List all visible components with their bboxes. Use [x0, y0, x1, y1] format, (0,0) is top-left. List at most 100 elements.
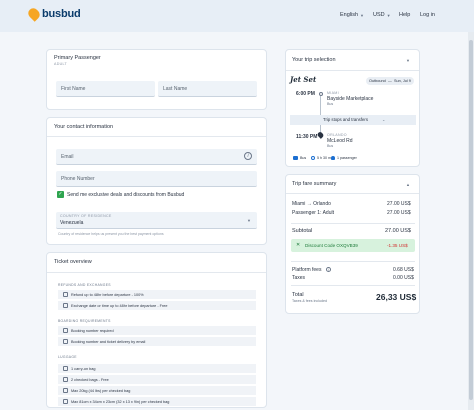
trip-passengers: 1 passenger	[337, 156, 357, 160]
overview-title: Ticket overview	[54, 259, 92, 265]
trip-mode: Bus	[300, 156, 307, 160]
discount-label: Discount Code OXQVB39	[305, 242, 358, 248]
total-subtext: Taxes & fees included	[292, 299, 327, 303]
chevron-up-icon[interactable]: ▲	[406, 182, 410, 187]
list-item: 1 carry-on bag	[58, 364, 256, 373]
language-label: English	[340, 12, 359, 18]
taxes-value: 0.00 US$	[393, 275, 414, 281]
stops-label: Trip stops and transfers	[323, 117, 368, 122]
email-field[interactable]: Email i	[56, 149, 257, 165]
chevron-down-icon: ⌄	[382, 116, 386, 122]
residence-value: Venezuela	[60, 220, 84, 226]
badge-label: Outbound	[369, 78, 386, 83]
boarding-requirement-2: Booking number and ticket delivery by em…	[71, 339, 146, 344]
stops-transfers-toggle[interactable]: Trip stops and transfers ⌄	[290, 115, 416, 125]
info-icon[interactable]: i	[244, 152, 252, 160]
platform-fees-value: 0.68 US$	[393, 267, 414, 273]
luggage-rule-1: 1 carry-on bag	[71, 366, 96, 371]
passenger-title: Primary Passenger	[54, 55, 101, 61]
luggage-rule-4: Max 81cm x 34cm x 23cm (32 x 13 x 9in) p…	[71, 399, 170, 404]
list-item: Max 20kg (44 lbs) per checked bag	[58, 386, 256, 395]
list-item: Booking number and ticket delivery by em…	[58, 337, 256, 346]
taxes-label: Taxes	[292, 275, 306, 281]
departure-city: MIAMI	[327, 91, 339, 95]
trip-duration: 5 h 30 m	[317, 156, 331, 160]
login-link[interactable]: Log in	[420, 12, 435, 18]
operator-logo: Jet Set	[290, 75, 317, 84]
departure-type: Bus	[327, 102, 334, 106]
divider	[47, 136, 266, 137]
chevron-down-icon: ▼	[386, 12, 391, 18]
luggage-heading: LUGGAGE	[58, 355, 77, 359]
arrival-time: 11:30 PM	[296, 134, 318, 140]
departure-time: 6:00 PM	[296, 91, 315, 97]
deals-checkbox[interactable]: ✓	[57, 191, 64, 198]
arrival-type: Bus	[327, 144, 334, 148]
language-selector[interactable]: English ▼	[340, 12, 364, 18]
list-item: Exchange date or time up to 48hr before …	[58, 301, 256, 310]
residence-label: COUNTRY OF RESIDENCE	[60, 214, 112, 218]
list-item: Max 81cm x 34cm x 23cm (32 x 13 x 9in) p…	[58, 397, 256, 406]
residence-select[interactable]: COUNTRY OF RESIDENCE Venezuela ▼	[56, 212, 257, 229]
total-label: Total	[292, 292, 304, 298]
email-placeholder: Email	[61, 154, 74, 160]
currency-label: USD	[373, 12, 385, 18]
total-value: 26,33 US$	[376, 292, 417, 302]
luggage-rule-2: 2 checked bags - Free	[71, 377, 109, 382]
dimensions-icon	[63, 399, 68, 404]
first-name-placeholder: First Name	[61, 86, 86, 92]
chevron-down-icon[interactable]: ▼	[406, 58, 410, 63]
bus-icon	[293, 156, 298, 160]
residence-note: Country of residence helps us present yo…	[58, 232, 164, 236]
top-navigation-bar: busbud English ▼ USD ▼ Help Log in	[0, 0, 474, 32]
fare-passenger-line: Passenger 1: Adult	[292, 210, 334, 216]
divider	[291, 223, 415, 224]
refund-icon	[63, 292, 68, 297]
busbud-logo[interactable]: busbud	[26, 6, 81, 22]
trip-selection-card	[285, 49, 420, 167]
refund-policy-2: Exchange date or time up to 48hr before …	[71, 303, 168, 308]
email-icon	[63, 339, 68, 344]
info-icon[interactable]: i	[326, 267, 331, 272]
currency-selector[interactable]: USD ▼	[373, 12, 391, 18]
list-item: 2 checked bags - Free	[58, 375, 256, 384]
scrollbar-thumb[interactable]	[469, 40, 473, 400]
fare-passenger-price: 27.00 US$	[387, 210, 411, 216]
clock-icon	[311, 156, 315, 160]
refund-policy-1: Refund up to 48hr before departure - 100…	[71, 292, 144, 297]
passenger-type: ADULT	[54, 62, 68, 66]
departure-station: Bayside Marketplace	[327, 96, 374, 102]
fare-title: Trip fare summary	[292, 181, 337, 187]
weight-icon	[63, 388, 68, 393]
brand-name: busbud	[42, 8, 81, 20]
subtotal-value: 27.00 US$	[385, 228, 411, 234]
last-name-placeholder: Last Name	[163, 86, 188, 92]
fare-route: Miami → Orlando	[292, 201, 331, 207]
platform-fees-label: Platform fees	[292, 267, 322, 273]
divider	[286, 193, 419, 194]
carry-on-bag-icon	[63, 366, 68, 371]
boarding-requirement-1: Booking number required	[71, 328, 114, 333]
chevron-down-icon: ▼	[360, 12, 365, 18]
busbud-logo-icon	[26, 6, 42, 22]
last-name-field[interactable]: Last Name	[158, 81, 257, 97]
fare-route-price: 27.00 US$	[387, 201, 411, 207]
discount-row: ✕ Discount Code OXQVB39 -1.35 US$	[291, 239, 415, 252]
refunds-heading: REFUNDS AND EXCHANGES	[58, 283, 111, 287]
first-name-field[interactable]: First Name	[56, 81, 155, 97]
help-link[interactable]: Help	[399, 12, 410, 18]
exchange-icon	[63, 303, 68, 308]
divider	[286, 70, 419, 71]
outbound-badge: Outbound — Sun, Jul 9	[366, 77, 414, 85]
trip-title: Your trip selection	[292, 57, 336, 63]
checked-bag-icon	[63, 377, 68, 382]
discount-value: -1.35 US$	[387, 242, 408, 248]
passenger-icon	[331, 156, 335, 160]
luggage-rule-3: Max 20kg (44 lbs) per checked bag	[71, 388, 131, 393]
phone-placeholder: Phone Number	[61, 176, 95, 182]
list-item: Refund up to 48hr before departure - 100…	[58, 290, 256, 299]
phone-field[interactable]: Phone Number	[56, 171, 257, 187]
divider	[291, 261, 415, 262]
chevron-down-icon: ▼	[247, 218, 251, 223]
remove-discount-icon[interactable]: ✕	[296, 242, 300, 248]
